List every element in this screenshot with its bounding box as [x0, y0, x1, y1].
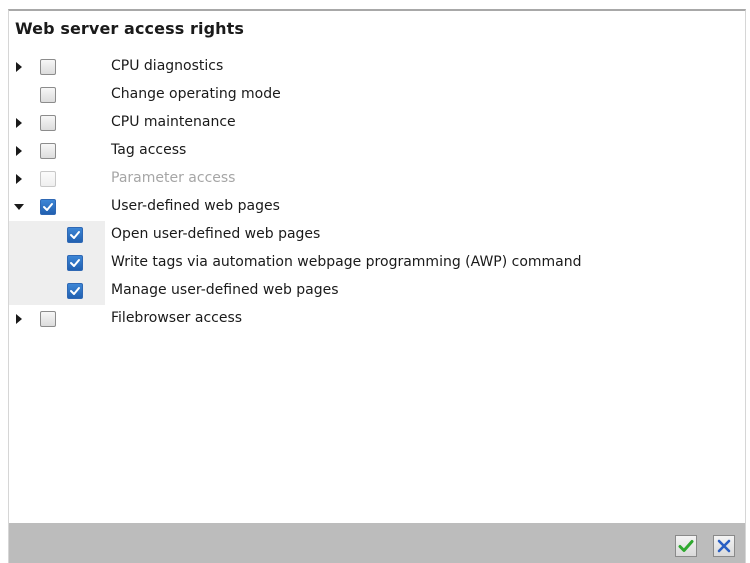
- permission-checkbox[interactable]: [67, 227, 83, 243]
- dialog-footer: [9, 523, 745, 563]
- tree-row[interactable]: Tag access: [9, 137, 745, 165]
- child-indent-area: [9, 249, 105, 277]
- permission-label: Write tags via automation webpage progra…: [111, 254, 582, 270]
- access-rights-dialog: Web server access rights CPU diagnostics…: [8, 9, 746, 563]
- permission-checkbox[interactable]: [67, 255, 83, 271]
- tree-row[interactable]: Filebrowser access: [9, 305, 745, 333]
- checkmark-icon: [678, 540, 694, 552]
- collapsed-caret-icon[interactable]: [12, 137, 26, 165]
- tree-child-row[interactable]: Open user-defined web pages: [9, 221, 745, 249]
- permission-checkbox[interactable]: [40, 87, 56, 103]
- close-icon: [717, 539, 731, 553]
- confirm-button[interactable]: [675, 535, 697, 557]
- collapsed-caret-icon[interactable]: [12, 165, 26, 193]
- permission-label: Change operating mode: [111, 86, 281, 102]
- tree-row[interactable]: CPU diagnostics: [9, 53, 745, 81]
- permission-checkbox[interactable]: [40, 311, 56, 327]
- child-indent-area: [9, 277, 105, 305]
- child-indent-area: [9, 221, 105, 249]
- permission-label: Open user-defined web pages: [111, 226, 321, 242]
- collapsed-caret-icon[interactable]: [12, 53, 26, 81]
- checkmark-icon: [70, 231, 80, 239]
- permission-checkbox[interactable]: [67, 283, 83, 299]
- collapsed-caret-icon[interactable]: [12, 305, 26, 333]
- permission-label: CPU diagnostics: [111, 58, 224, 74]
- collapsed-caret-icon[interactable]: [12, 109, 26, 137]
- checkmark-icon: [70, 287, 80, 295]
- permission-checkbox[interactable]: [40, 115, 56, 131]
- panel-title: Web server access rights: [15, 19, 244, 38]
- tree-row[interactable]: CPU maintenance: [9, 109, 745, 137]
- permission-label: Manage user-defined web pages: [111, 282, 339, 298]
- permission-checkbox[interactable]: [40, 199, 56, 215]
- tree-row[interactable]: User-defined web pages: [9, 193, 745, 221]
- permission-label: User-defined web pages: [111, 198, 280, 214]
- permission-label: Tag access: [111, 142, 187, 158]
- permission-checkbox: [40, 171, 56, 187]
- permission-label: Parameter access: [111, 170, 236, 186]
- cancel-button[interactable]: [713, 535, 735, 557]
- checkmark-icon: [70, 259, 80, 267]
- expanded-caret-icon[interactable]: [12, 193, 26, 221]
- tree-child-row[interactable]: Manage user-defined web pages: [9, 277, 745, 305]
- permission-checkbox[interactable]: [40, 59, 56, 75]
- tree-child-row[interactable]: Write tags via automation webpage progra…: [9, 249, 745, 277]
- tree-row[interactable]: Parameter access: [9, 165, 745, 193]
- permission-label: CPU maintenance: [111, 114, 236, 130]
- tree-row[interactable]: Change operating mode: [9, 81, 745, 109]
- permission-label: Filebrowser access: [111, 310, 243, 326]
- checkmark-icon: [43, 203, 53, 211]
- permission-checkbox[interactable]: [40, 143, 56, 159]
